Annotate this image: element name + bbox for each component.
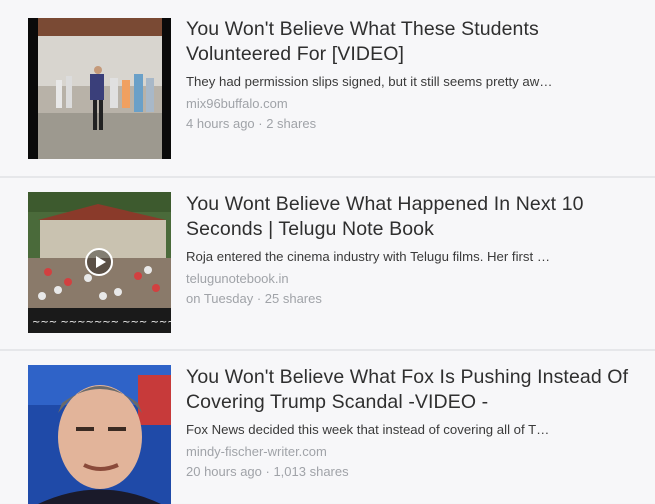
- feed-item-source[interactable]: mindy-fischer-writer.com: [186, 444, 635, 460]
- feed-item-text: You Won't Believe What These Students Vo…: [186, 17, 635, 132]
- feed-item-description: They had permission slips signed, but it…: [186, 74, 553, 89]
- video-thumbnail-students-icon[interactable]: [28, 18, 171, 159]
- anchor-image: [28, 365, 171, 504]
- feed-item-meta: 4 hours ago · 2 shares: [186, 116, 317, 131]
- news-feed: You Won't Believe What These Students Vo…: [0, 0, 655, 504]
- feed-item-description: Fox News decided this week that instead …: [186, 422, 550, 437]
- feed-item-text: You Won't Believe What Fox Is Pushing In…: [186, 365, 635, 480]
- feed-item-description: Roja entered the cinema industry with Te…: [186, 249, 551, 264]
- video-thumbnail-crowd-icon[interactable]: ~~~ ~~~~~~~ ~~~ ~~~: [28, 192, 171, 333]
- feed-item-title[interactable]: You Won't Believe What These Students Vo…: [186, 17, 635, 67]
- photo-thumbnail-anchor-icon[interactable]: [28, 365, 171, 504]
- feed-item-source[interactable]: mix96buffalo.com: [186, 96, 635, 112]
- students-image: [28, 18, 171, 159]
- feed-item-meta: 20 hours ago · 1,013 shares: [186, 464, 349, 479]
- feed-item-meta: on Tuesday · 25 shares: [186, 291, 322, 306]
- play-icon[interactable]: [85, 248, 113, 276]
- feed-item[interactable]: You Won't Believe What Fox Is Pushing In…: [0, 351, 655, 504]
- feed-item-title[interactable]: You Wont Believe What Happened In Next 1…: [186, 192, 635, 242]
- feed-item-title[interactable]: You Won't Believe What Fox Is Pushing In…: [186, 365, 635, 415]
- feed-item[interactable]: ~~~ ~~~~~~~ ~~~ ~~~ You Wont Believe Wha…: [0, 178, 655, 349]
- feed-item-text: You Wont Believe What Happened In Next 1…: [186, 192, 635, 307]
- svg-text:~~~ ~~~~~~~ ~~~ ~~~: ~~~ ~~~~~~~ ~~~ ~~~: [32, 317, 171, 328]
- feed-item[interactable]: You Won't Believe What These Students Vo…: [0, 0, 655, 176]
- feed-item-source[interactable]: telugunotebook.in: [186, 271, 635, 287]
